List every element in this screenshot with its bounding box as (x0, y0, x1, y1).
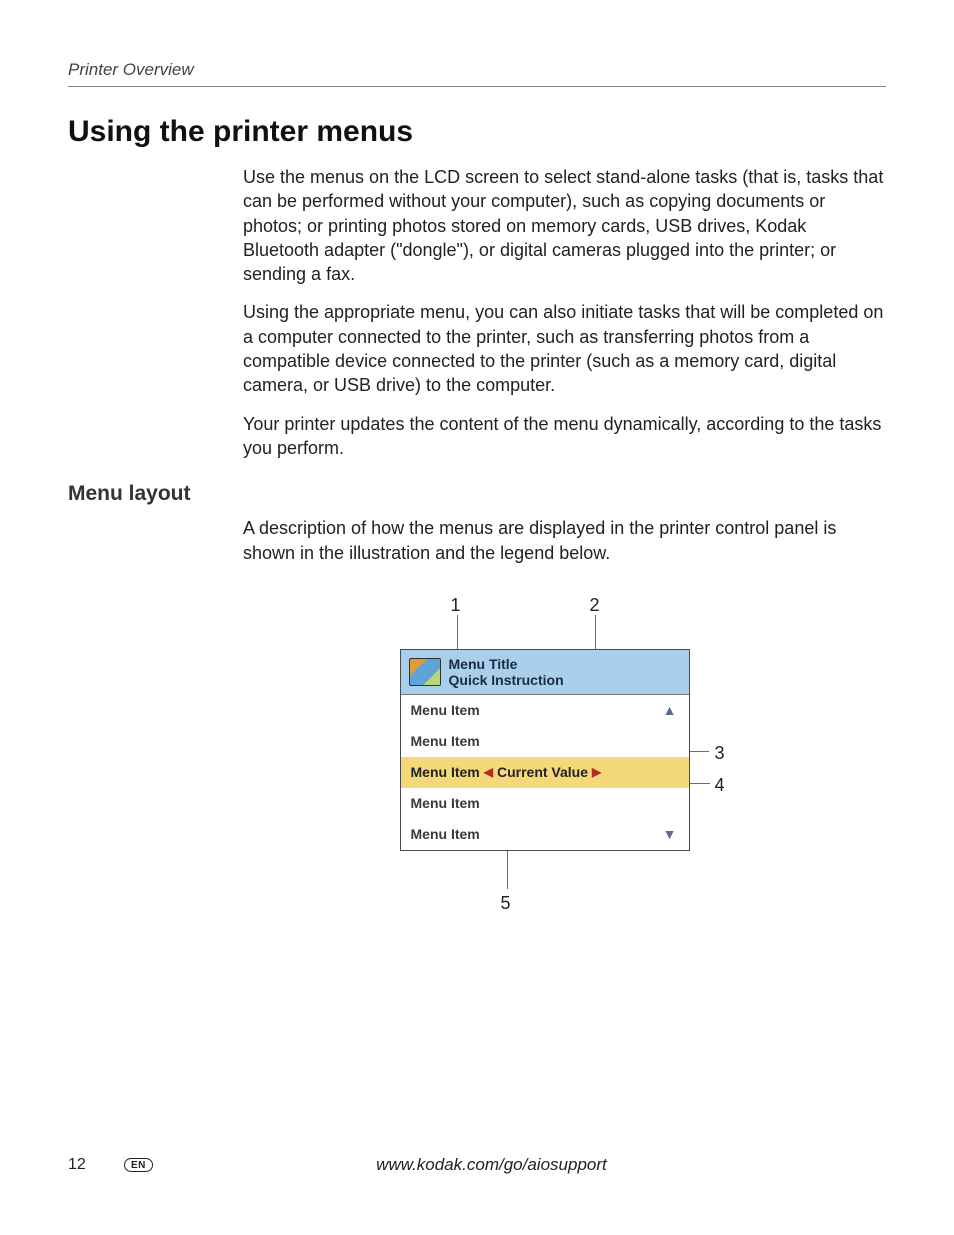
lcd-current-value: Current Value (497, 763, 588, 782)
section-title: Using the printer menus (68, 115, 886, 149)
page: Printer Overview Using the printer menus… (0, 0, 954, 1235)
callout-2: 2 (590, 593, 600, 617)
lcd-menu-item: Menu Item (401, 819, 689, 850)
menu-layout-diagram: 1 2 3 4 5 Menu Title Quick Instruction (255, 589, 875, 929)
paragraph: A description of how the menus are displ… (243, 516, 886, 565)
paragraph: Use the menus on the LCD screen to selec… (243, 165, 886, 286)
callout-3: 3 (715, 741, 725, 765)
arrow-left-icon: ◀ (480, 764, 497, 780)
lcd-header-text: Menu Title Quick Instruction (449, 656, 564, 688)
lcd-subtitle: Quick Instruction (449, 672, 564, 688)
callout-1: 1 (451, 593, 461, 617)
scroll-down-icon (663, 825, 677, 844)
footer-url: www.kodak.com/go/aiosupport (153, 1155, 830, 1175)
arrow-right-icon: ▶ (588, 764, 605, 780)
page-footer: 12 EN www.kodak.com/go/aiosupport (68, 1155, 886, 1175)
subsection-body: A description of how the menus are displ… (243, 516, 886, 929)
language-badge: EN (124, 1158, 153, 1172)
page-number: 12 (68, 1156, 118, 1174)
lcd-menu-item-label: Menu Item (411, 763, 480, 782)
lcd-body: Menu Item Menu Item Menu Item ◀ Current … (401, 695, 689, 849)
lcd-title: Menu Title (449, 656, 564, 672)
subsection-title: Menu layout (68, 482, 886, 506)
intro-body: Use the menus on the LCD screen to selec… (243, 165, 886, 460)
paragraph: Your printer updates the content of the … (243, 412, 886, 461)
lcd-menu-item: Menu Item (401, 726, 689, 757)
photo-thumbnail-icon (409, 658, 441, 686)
callout-5: 5 (501, 891, 511, 915)
scroll-up-icon (663, 701, 677, 720)
lcd-screen: Menu Title Quick Instruction Menu Item M… (400, 649, 690, 851)
lcd-menu-item-selected: Menu Item ◀ Current Value ▶ (401, 757, 689, 788)
lcd-header: Menu Title Quick Instruction (401, 650, 689, 695)
lcd-menu-item: Menu Item (401, 695, 689, 726)
paragraph: Using the appropriate menu, you can also… (243, 300, 886, 397)
lcd-menu-item: Menu Item (401, 788, 689, 819)
callout-4: 4 (715, 773, 725, 797)
running-header: Printer Overview (68, 60, 886, 87)
